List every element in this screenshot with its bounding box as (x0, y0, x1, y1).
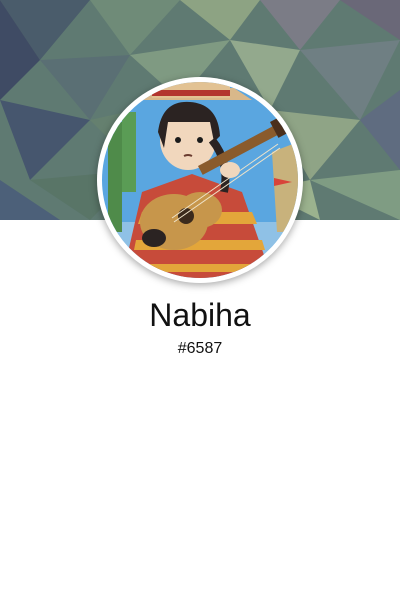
username: Nabiha (149, 297, 251, 333)
mariachi-guitar-player-avatar (102, 82, 298, 278)
avatar[interactable] (102, 82, 298, 278)
user-discriminator: #6587 (177, 340, 223, 357)
avatar-frame[interactable] (97, 77, 303, 283)
